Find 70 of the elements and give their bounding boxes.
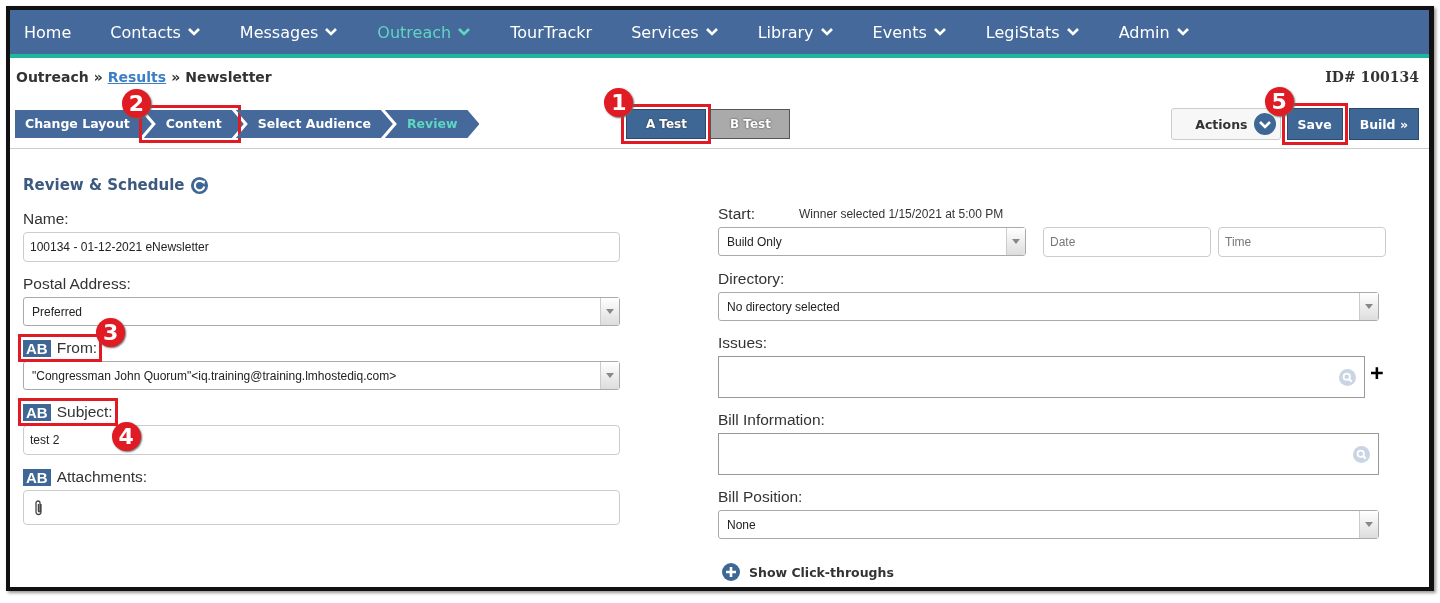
- nav-item[interactable]: Services: [631, 22, 738, 42]
- refresh-icon[interactable]: [190, 175, 210, 195]
- field-label: Bill Position:: [718, 488, 803, 506]
- ab-badge: AB: [23, 339, 51, 357]
- actions-button[interactable]: Actions: [1170, 108, 1281, 140]
- nav-item[interactable]: Events: [872, 22, 966, 42]
- wizard-step[interactable]: Content: [143, 110, 244, 138]
- chevron-down-icon: [1253, 113, 1276, 135]
- save-button[interactable]: Save: [1286, 108, 1343, 140]
- chevron-down-icon: [1175, 27, 1190, 37]
- callout-number: 4: [111, 422, 141, 451]
- nav-item[interactable]: Messages: [239, 22, 358, 42]
- dropdown-select[interactable]: "Congressman John Quorum"<iq.training@training.lmhostediq.com>: [23, 361, 620, 390]
- dropdown-select[interactable]: Build Only: [718, 227, 1026, 256]
- dropdown-select[interactable]: No directory selected: [718, 292, 1379, 321]
- show-click-throughs-link[interactable]: Show Click-throughs: [722, 563, 1383, 581]
- field-label: Name:: [23, 210, 69, 228]
- nav-item[interactable]: Outreach: [377, 22, 491, 42]
- nav-item[interactable]: Admin: [1118, 22, 1209, 42]
- field-label: Start:: [718, 205, 756, 223]
- test-tab[interactable]: A Test: [626, 109, 707, 139]
- breadcrumb-item: Outreach: [16, 69, 89, 85]
- callout-number: 5: [1264, 87, 1294, 116]
- lookup-field[interactable]: [718, 433, 1379, 475]
- wizard-step[interactable]: Change Layout: [15, 110, 152, 138]
- field-label: Issues:: [718, 334, 768, 352]
- field-label: Postal Address:: [23, 275, 131, 293]
- date-input[interactable]: Date: [1043, 227, 1211, 257]
- ab-badge: AB: [23, 468, 51, 486]
- wizard-step[interactable]: Review: [384, 110, 480, 138]
- attachment-input[interactable]: [23, 490, 620, 525]
- chevron-down-icon: [932, 27, 947, 37]
- paperclip-icon: [34, 498, 44, 517]
- callout-number: 1: [604, 88, 634, 117]
- section-title: Review & Schedule: [23, 176, 185, 194]
- plus-circle-icon: [722, 563, 740, 581]
- field-label: Directory:: [718, 270, 785, 288]
- breadcrumb-item: Newsletter: [185, 69, 272, 85]
- nav-item[interactable]: LegiStats: [985, 22, 1099, 42]
- time-input[interactable]: Time: [1218, 227, 1386, 257]
- wizard-step[interactable]: Select Audience: [235, 110, 393, 138]
- chevron-down-icon: [457, 27, 472, 37]
- chevron-down-icon: [704, 27, 719, 37]
- nav-item[interactable]: TourTrackr: [510, 22, 612, 42]
- search-icon[interactable]: [1353, 445, 1370, 463]
- chevron-down-icon: [186, 27, 201, 37]
- lookup-field[interactable]: [718, 356, 1366, 398]
- nav-item[interactable]: Library: [757, 22, 853, 42]
- winner-note: Winner selected 1/15/2021 at 5:00 PM: [799, 207, 1004, 221]
- field-label: From:: [56, 339, 98, 357]
- text-input[interactable]: 100134 - 01-12-2021 eNewsletter: [23, 232, 620, 262]
- field-label: Bill Information:: [718, 411, 825, 429]
- breadcrumb-separator: »: [93, 69, 103, 85]
- ab-badge: AB: [23, 403, 51, 421]
- field-label: Subject:: [56, 403, 113, 421]
- breadcrumb-separator: »: [171, 69, 181, 85]
- build-button[interactable]: Build »: [1348, 108, 1419, 140]
- chevron-down-icon: [819, 27, 834, 37]
- search-icon[interactable]: [1339, 368, 1357, 386]
- callout-number: 2: [121, 89, 151, 118]
- field-label: Attachments:: [56, 468, 148, 486]
- nav-item[interactable]: Contacts: [110, 22, 220, 42]
- callout-number: 3: [96, 318, 126, 347]
- record-id: ID# 100134: [1325, 69, 1419, 85]
- dropdown-select[interactable]: None: [718, 510, 1379, 539]
- chevron-down-icon: [1065, 27, 1080, 37]
- breadcrumb-link[interactable]: Results: [107, 69, 167, 85]
- nav-item[interactable]: Home: [24, 22, 91, 42]
- plus-icon[interactable]: [1371, 367, 1383, 379]
- chevron-down-icon: [324, 27, 339, 37]
